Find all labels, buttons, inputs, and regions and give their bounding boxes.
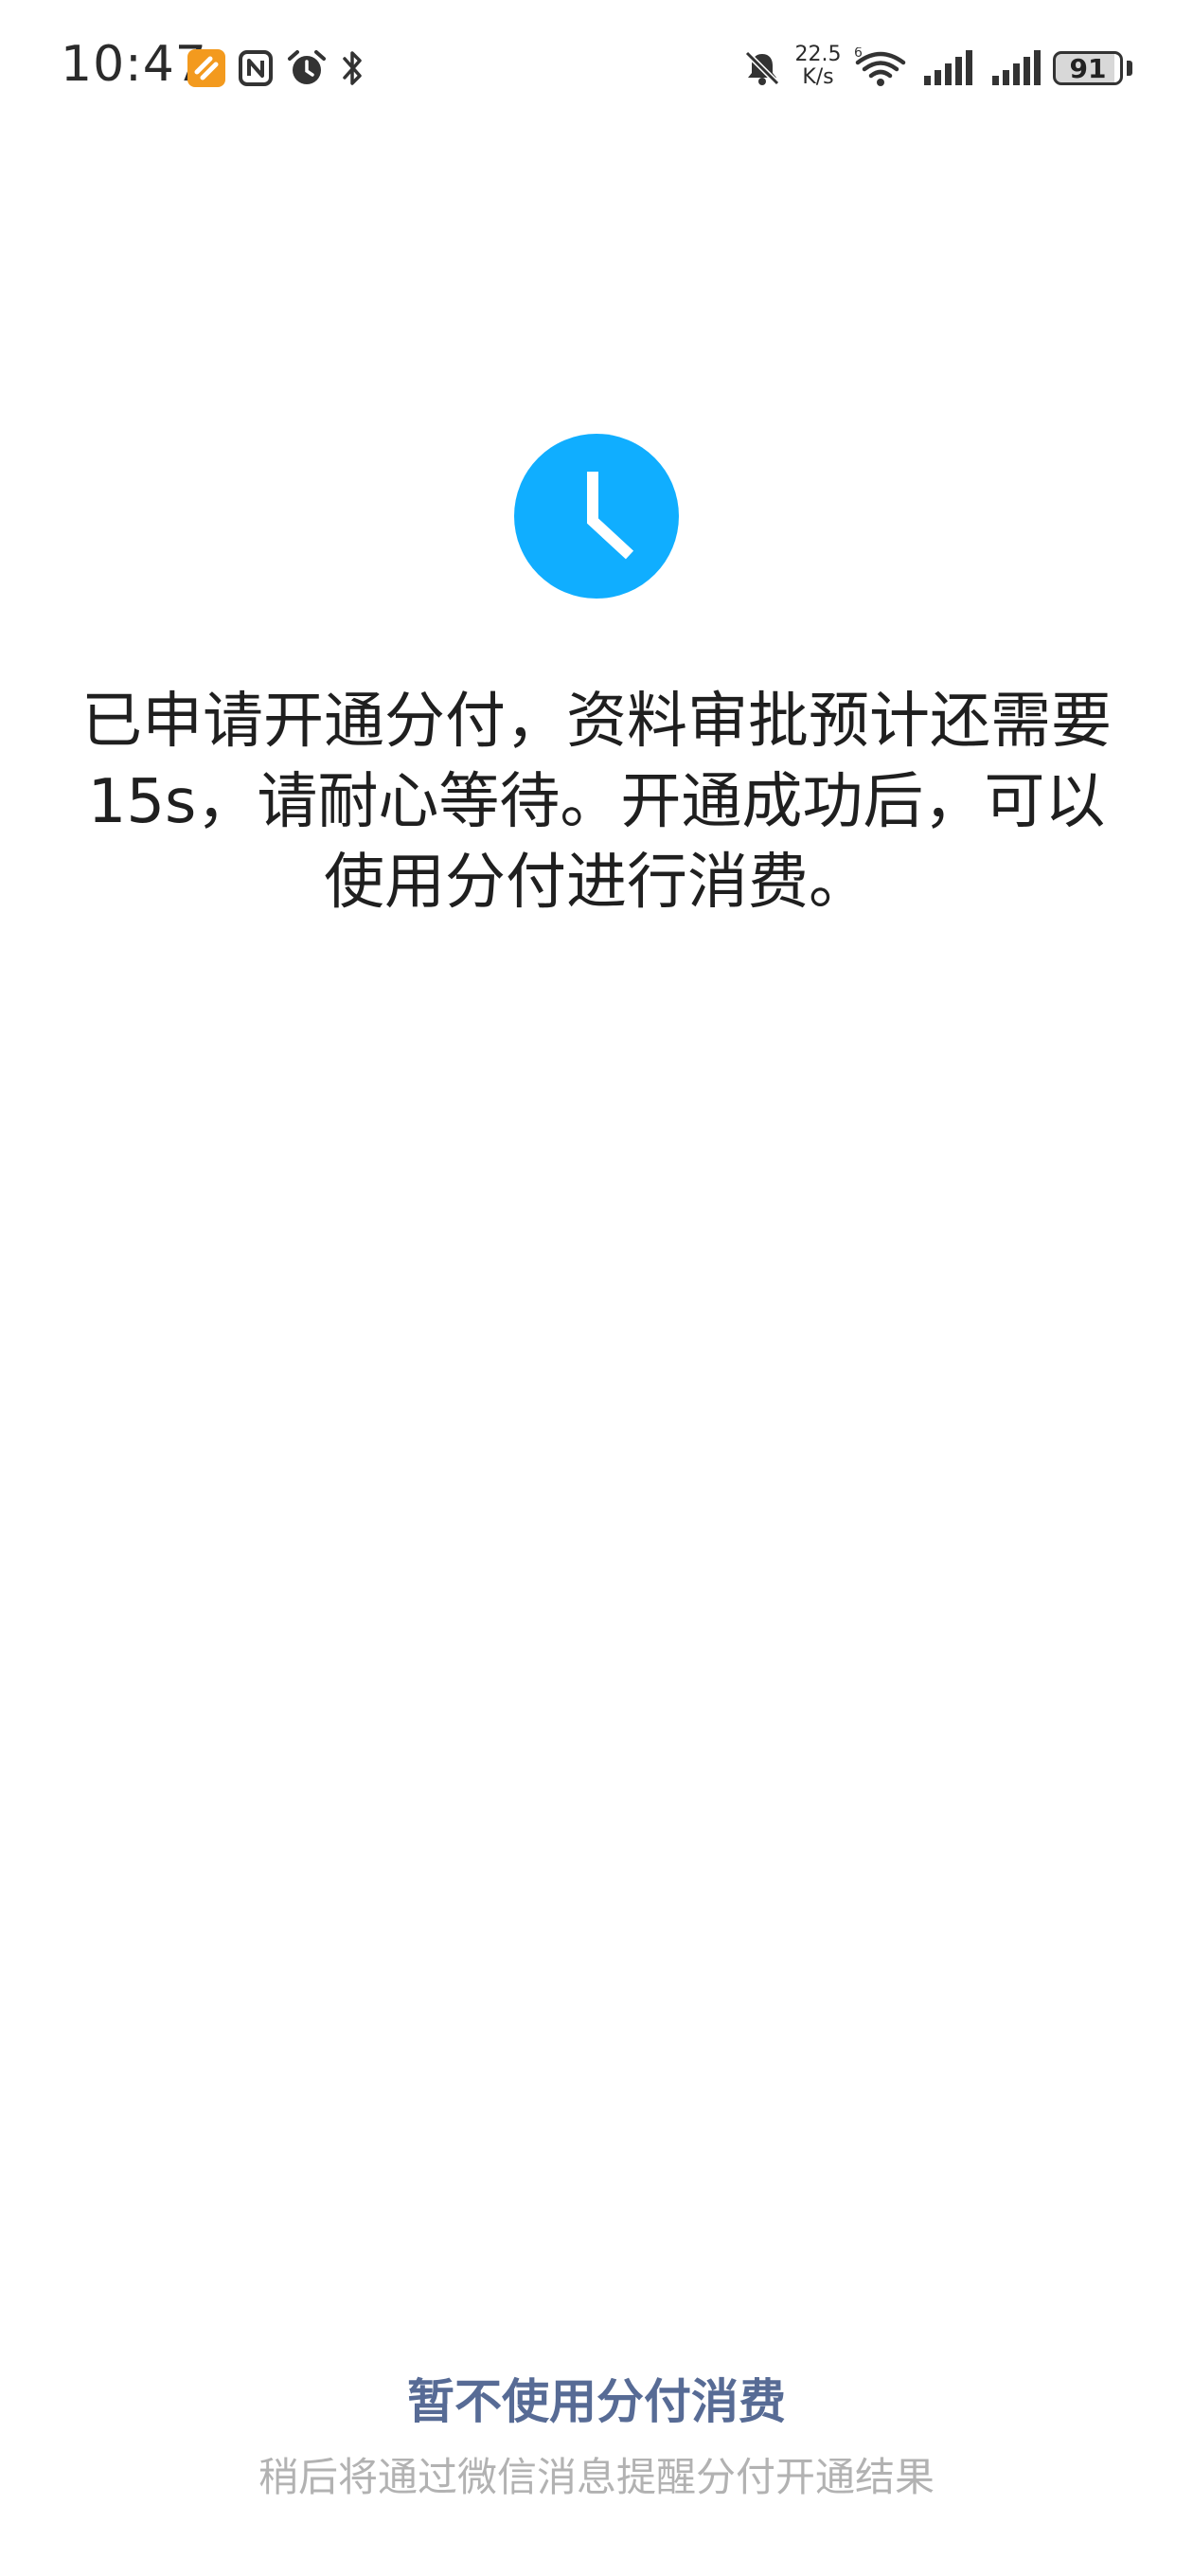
battery-level: 91	[1069, 52, 1107, 84]
skip-paylater-button[interactable]: 暂不使用分付消费	[0, 2364, 1193, 2432]
network-speed: 22.5 K/s	[790, 44, 846, 89]
status-message: 已申请开通分付，资料审批预计还需要15s，请耐心等待。开通成功后，可以使用分付进…	[81, 687, 1112, 918]
bluetooth-icon	[339, 47, 367, 89]
status-time: 10:47	[61, 36, 207, 93]
signal-icon	[920, 47, 973, 89]
network-speed-value: 22.5	[794, 43, 842, 66]
battery-icon: 91	[1053, 51, 1123, 85]
nfc-icon	[237, 47, 275, 89]
status-bar: 10:47 22.5 K/s 6 91	[0, 0, 1193, 133]
wifi-icon: 6	[852, 47, 909, 89]
app-badge-icon	[187, 49, 225, 87]
battery-tip	[1127, 61, 1132, 76]
mute-icon	[742, 47, 782, 89]
notification-note: 稍后将通过微信消息提醒分付开通结果	[258, 2454, 935, 2500]
network-speed-unit: K/s	[802, 65, 834, 89]
signal-icon	[988, 47, 1042, 89]
svg-text:6: 6	[854, 47, 863, 61]
alarm-icon	[286, 47, 328, 89]
clock-icon	[514, 434, 679, 599]
